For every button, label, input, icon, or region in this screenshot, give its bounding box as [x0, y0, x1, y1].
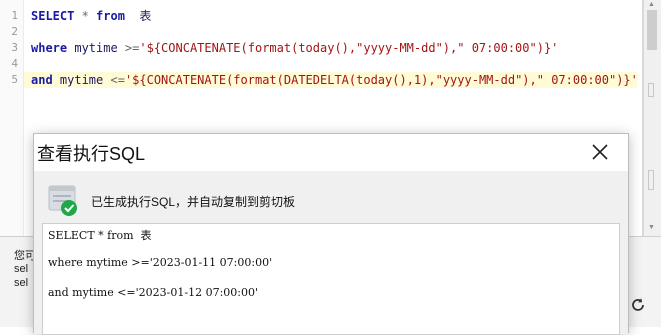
scroll-up-icon[interactable]: ▲ — [648, 1, 655, 8]
panel-text: sel — [14, 263, 29, 275]
sql-keyword: from — [96, 9, 125, 23]
code-line-5[interactable]: and mytime <='${CONCATENATE(format(DATED… — [24, 72, 638, 88]
close-icon[interactable] — [588, 140, 612, 164]
side-marker — [648, 83, 654, 97]
code-line-1[interactable]: SELECT * from 表 — [31, 8, 151, 24]
line-number: 3 — [11, 41, 18, 54]
dialog-body: 已生成执行SQL，并自动复制到剪切板 SELECT * from 表 where… — [34, 171, 628, 335]
code-line-3[interactable]: where mytime >='${CONCATENATE(format(tod… — [31, 40, 558, 56]
sql-operator: <= — [110, 73, 125, 87]
sql-string: '${CONCATENATE(format(today(),"yyyy-MM-d… — [139, 41, 559, 55]
sql-operator: >= — [124, 41, 140, 55]
sql-string: '${CONCATENATE(format(DATEDELTA(today(),… — [124, 73, 638, 87]
result-line: SELECT * from 表 — [48, 229, 152, 242]
result-line: and mytime <='2023-01-12 07:00:00' — [48, 286, 259, 299]
line-number: 4 — [11, 57, 18, 70]
sql-column: mytime — [67, 41, 125, 55]
sql-keyword: SELECT — [31, 9, 75, 23]
side-marker — [648, 170, 654, 190]
line-number: 2 — [11, 25, 18, 38]
sql-success-icon — [48, 185, 77, 216]
view-sql-dialog: 查看执行SQL 已生成执行SQL，并自动复制到剪切板 SELECT * from… — [33, 133, 629, 335]
line-number: 1 — [11, 9, 18, 22]
sql-operator: * — [74, 9, 97, 23]
sql-keyword: and — [31, 73, 53, 87]
generated-sql-textarea[interactable]: SELECT * from 表 where mytime >='2023-01-… — [42, 223, 620, 335]
sql-keyword: where — [31, 41, 68, 55]
refresh-icon[interactable] — [629, 296, 647, 314]
editor-vertical-scrollbar[interactable]: ▲ ▼ — [643, 0, 661, 236]
line-number: 5 — [11, 73, 18, 86]
scrollbar-thumb[interactable] — [647, 10, 657, 50]
result-line: where mytime >='2023-01-11 07:00:00' — [48, 256, 273, 269]
scroll-down-icon[interactable]: ▼ — [648, 224, 655, 231]
sql-table-name: 表 — [124, 9, 152, 23]
dialog-title: 查看执行SQL — [37, 144, 146, 164]
line-number-gutter: 1 2 3 4 5 — [0, 0, 24, 236]
panel-text: sel — [14, 277, 29, 289]
dialog-message: 已生成执行SQL，并自动复制到剪切板 — [91, 195, 296, 209]
sql-column: mytime — [52, 73, 111, 87]
